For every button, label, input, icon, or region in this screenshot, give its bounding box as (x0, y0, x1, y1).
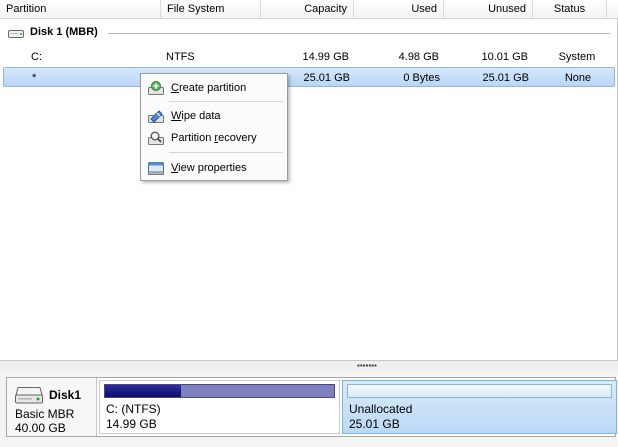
menu-item-label: Create partition (171, 82, 247, 94)
menu-item-create-partition[interactable]: Create partition (143, 77, 285, 99)
disk-type: Basic MBR (15, 407, 75, 421)
cell-capacity: 14.99 GB (302, 51, 349, 63)
cell-file-system: NTFS (166, 51, 195, 63)
menu-separator (169, 101, 283, 102)
cell-used: 4.98 GB (398, 51, 439, 63)
disk-info[interactable]: Disk1 Basic MBR 40.00 GB (7, 378, 97, 436)
cell-partition: * (32, 72, 37, 84)
column-header-status[interactable]: Status (533, 0, 607, 19)
partition-list-pane: Partition File System Capacity Used Unus… (0, 0, 618, 360)
menu-item-label: View properties (171, 162, 247, 174)
partition-usage-bar (347, 384, 612, 398)
column-header-capacity[interactable]: Capacity (261, 0, 354, 19)
partition-usage-fill (105, 385, 182, 397)
partition-recovery-icon (148, 131, 164, 145)
partition-block-unallocated[interactable]: Unallocated 25.01 GB (342, 380, 617, 434)
disk-group-label: Disk 1 (MBR) (30, 26, 98, 38)
partition-block-name: Unallocated (349, 402, 413, 416)
cell-used: 0 Bytes (403, 72, 440, 84)
disk-group-header[interactable]: Disk 1 (MBR) (0, 24, 618, 42)
menu-item-label: Partition recovery (171, 132, 257, 144)
disk-name: Disk1 (49, 388, 82, 402)
table-row-selected[interactable]: * 25.01 GB 0 Bytes 25.01 GB None (3, 67, 615, 87)
cell-unused: 25.01 GB (482, 72, 529, 84)
menu-item-wipe-data[interactable]: Wipe data (143, 105, 285, 127)
hard-disk-icon (15, 387, 43, 404)
splitter-grip-icon[interactable]: ▪▪▪▪▪▪▪ (357, 362, 377, 370)
partition-usage-bar (104, 384, 335, 398)
hard-disk-icon (8, 30, 24, 38)
column-header-unused[interactable]: Unused (444, 0, 533, 19)
partition-block-name: C: (NTFS) (106, 402, 161, 416)
context-menu: Create partition Wipe data Partition rec… (140, 73, 288, 181)
column-header-file-system[interactable]: File System (161, 0, 261, 19)
cell-unused: 10.01 GB (481, 51, 528, 63)
cell-status: None (564, 72, 592, 84)
view-properties-icon (148, 162, 164, 175)
pane-splitter[interactable]: ▪▪▪▪▪▪▪ (0, 360, 618, 370)
disk-map-card: Disk1 Basic MBR 40.00 GB C: (NTFS) 14.99… (6, 377, 617, 437)
menu-item-partition-recovery[interactable]: Partition recovery (143, 127, 285, 149)
partition-block-size: 25.01 GB (349, 417, 400, 431)
disk-map-pane: Disk1 Basic MBR 40.00 GB C: (NTFS) 14.99… (0, 370, 618, 447)
column-header-used[interactable]: Used (354, 0, 444, 19)
partition-block-size: 14.99 GB (106, 417, 157, 431)
column-header-partition[interactable]: Partition (0, 0, 161, 19)
table-row[interactable]: C: NTFS 14.99 GB 4.98 GB 10.01 GB System (0, 47, 618, 67)
disk-group-divider (108, 33, 610, 34)
column-header-filler (607, 0, 618, 19)
menu-item-label: Wipe data (171, 110, 221, 122)
cell-status: System (558, 51, 596, 63)
cell-partition: C: (31, 51, 42, 63)
create-partition-icon (148, 81, 164, 95)
menu-item-view-properties[interactable]: View properties (143, 157, 285, 179)
wipe-data-icon (148, 110, 164, 123)
disk-size: 40.00 GB (15, 421, 66, 435)
column-header-bar: Partition File System Capacity Used Unus… (0, 0, 618, 19)
partition-block-c[interactable]: C: (NTFS) 14.99 GB (99, 380, 340, 434)
menu-separator (169, 152, 283, 153)
